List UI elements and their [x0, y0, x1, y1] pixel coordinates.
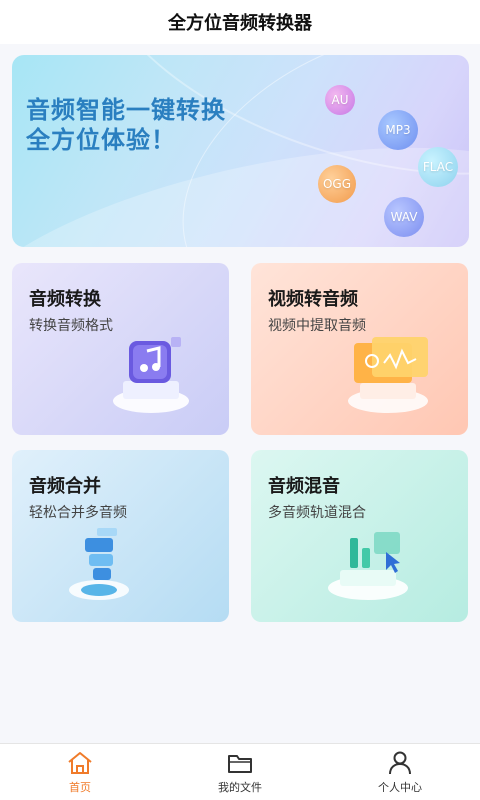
- format-bubble-wav: WAV: [384, 197, 424, 237]
- app-header: 全方位音频转换器: [0, 0, 480, 44]
- format-bubble-flac: FLAC: [418, 147, 458, 187]
- card-audio-merge[interactable]: 音频合并 轻松合并多音频: [12, 450, 229, 622]
- card-audio-convert[interactable]: 音频转换 转换音频格式: [12, 263, 229, 435]
- bottom-tab-bar: 首页 我的文件 个人中心: [0, 743, 480, 800]
- format-bubble-au: AU: [325, 85, 355, 115]
- card-video-to-audio[interactable]: 视频转音频 视频中提取音频: [251, 263, 468, 435]
- card-title: 视频转音频: [268, 289, 358, 310]
- card-audio-mix[interactable]: 音频混音 多音频轨道混合: [251, 450, 468, 622]
- card-title: 音频合并: [29, 476, 101, 497]
- promo-banner[interactable]: 音频智能一键转换 全方位体验！ AU MP3 FLAC OGG WAV: [12, 55, 469, 247]
- tab-label: 个人中心: [378, 781, 422, 794]
- music-note-icon: [113, 337, 189, 413]
- folder-icon: [228, 755, 252, 773]
- user-icon: [389, 751, 411, 775]
- tab-my-files[interactable]: 我的文件: [160, 744, 320, 800]
- page-title: 全方位音频转换器: [168, 13, 312, 34]
- merge-icon: [69, 528, 129, 600]
- banner-slogan: 音频智能一键转换 全方位体验！: [26, 95, 226, 155]
- tab-profile[interactable]: 个人中心: [320, 744, 480, 800]
- video-extract-icon: [348, 337, 428, 413]
- format-bubble-mp3: MP3: [378, 110, 418, 150]
- tab-label: 首页: [69, 781, 91, 794]
- tab-label: 我的文件: [218, 781, 262, 794]
- format-bubble-ogg: OGG: [318, 165, 356, 203]
- tab-home[interactable]: 首页: [0, 744, 160, 800]
- banner-slogan-line1: 音频智能一键转换: [26, 96, 226, 124]
- card-title: 音频转换: [29, 289, 101, 310]
- home-icon: [68, 752, 92, 774]
- banner-slogan-line2: 全方位体验！: [26, 126, 176, 154]
- card-title: 音频混音: [268, 476, 340, 497]
- mixer-icon: [328, 532, 408, 600]
